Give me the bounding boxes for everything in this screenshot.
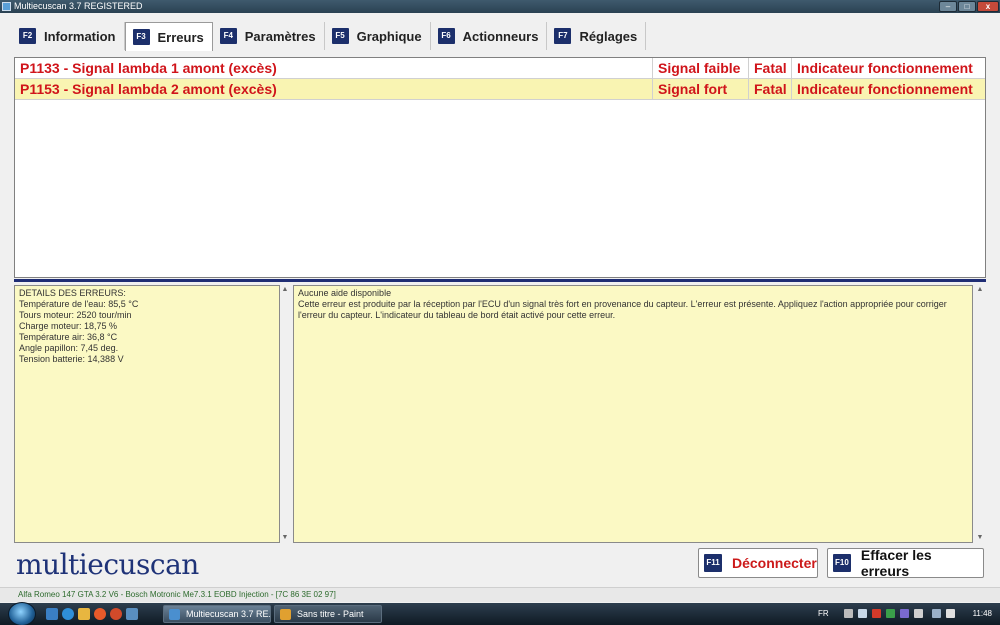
detail-air-temp: Température air: 36,8 °C bbox=[19, 332, 118, 342]
f10-key-icon: F10 bbox=[833, 554, 851, 572]
tab-bar: F2 Information F3 Erreurs F4 Paramètres … bbox=[12, 22, 647, 51]
ie-icon[interactable] bbox=[62, 608, 74, 620]
error-type: Signal faible bbox=[652, 58, 748, 79]
detail-water-temp: Température de l'eau: 85,5 °C bbox=[19, 299, 139, 309]
tab-erreurs[interactable]: F3 Erreurs bbox=[124, 22, 213, 51]
tab-parametres[interactable]: F4 Paramètres bbox=[213, 22, 325, 50]
f7-key-icon: F7 bbox=[554, 28, 572, 44]
taskbar-item-paint[interactable]: Sans titre - Paint bbox=[274, 605, 382, 623]
tab-reglages[interactable]: F7 Réglages bbox=[547, 22, 647, 50]
tab-label: Réglages bbox=[579, 28, 638, 44]
tab-label: Information bbox=[44, 28, 116, 44]
detail-engine-load: Charge moteur: 18,75 % bbox=[19, 321, 118, 331]
details-heading: DETAILS DES ERREURS: bbox=[19, 288, 126, 298]
scroll-up-icon[interactable]: ▲ bbox=[281, 286, 289, 294]
windows-taskbar: Multiecuscan 3.7 RE... Sans titre - Pain… bbox=[0, 602, 1000, 625]
help-title: Aucune aide disponible bbox=[298, 288, 392, 298]
taskbar-item-label: Multiecuscan 3.7 RE... bbox=[186, 609, 271, 619]
error-indicator: Indicateur fonctionnement bbox=[791, 58, 985, 79]
help-scrollbar[interactable]: ▲ ▼ bbox=[975, 285, 985, 543]
tray-app-icon[interactable] bbox=[900, 609, 909, 618]
disconnect-button[interactable]: F11 Déconnecter bbox=[698, 548, 818, 578]
folder-icon[interactable] bbox=[78, 608, 90, 620]
f11-key-icon: F11 bbox=[704, 554, 722, 572]
maximize-button[interactable]: □ bbox=[958, 1, 976, 12]
error-list: P1133 - Signal lambda 1 amont (excès) Si… bbox=[14, 57, 986, 278]
start-button[interactable] bbox=[8, 602, 36, 625]
error-details-panel: DETAILS DES ERREURS: Température de l'ea… bbox=[14, 285, 280, 543]
tray-volume-icon[interactable] bbox=[946, 609, 955, 618]
tray-network-icon[interactable] bbox=[858, 609, 867, 618]
window-title: Multiecuscan 3.7 REGISTERED bbox=[14, 1, 143, 11]
error-row[interactable]: P1133 - Signal lambda 1 amont (excès) Si… bbox=[15, 58, 985, 79]
tray-device-icon[interactable] bbox=[914, 609, 923, 618]
multiecuscan-icon bbox=[169, 609, 180, 620]
tab-label: Paramètres bbox=[244, 28, 316, 44]
error-severity: Fatal bbox=[748, 79, 791, 100]
f3-key-icon: F3 bbox=[132, 29, 150, 45]
scroll-down-icon[interactable]: ▼ bbox=[281, 534, 289, 542]
detail-rpm: Tours moteur: 2520 tour/min bbox=[19, 310, 132, 320]
error-code: P1153 - Signal lambda 2 amont (excès) bbox=[20, 81, 277, 97]
desktop-icon[interactable] bbox=[46, 608, 58, 620]
tab-label: Erreurs bbox=[157, 29, 204, 45]
tab-label: Graphique bbox=[356, 28, 422, 44]
tray-arrow-icon[interactable] bbox=[844, 609, 853, 618]
f4-key-icon: F4 bbox=[219, 28, 237, 44]
paint-icon bbox=[280, 609, 291, 620]
minimize-button[interactable]: – bbox=[939, 1, 957, 12]
close-button[interactable]: x bbox=[977, 1, 999, 12]
status-bar: Alfa Romeo 147 GTA 3.2 V6 - Bosch Motron… bbox=[0, 587, 1000, 602]
error-help-panel: Aucune aide disponible Cette erreur est … bbox=[293, 285, 973, 543]
error-indicator: Indicateur fonctionnement bbox=[791, 79, 985, 100]
f5-key-icon: F5 bbox=[331, 28, 349, 44]
tab-graphique[interactable]: F5 Graphique bbox=[325, 22, 431, 50]
media-player-icon[interactable] bbox=[94, 608, 106, 620]
multiecuscan-logo: multiecuscan bbox=[16, 548, 199, 581]
error-code: P1133 - Signal lambda 1 amont (excès) bbox=[20, 60, 277, 76]
tab-information[interactable]: F2 Information bbox=[12, 22, 125, 50]
tray-antivirus-icon[interactable] bbox=[872, 609, 881, 618]
tray-network-icon-2[interactable] bbox=[932, 609, 941, 618]
detail-battery-voltage: Tension batterie: 14,388 V bbox=[19, 354, 124, 364]
clock[interactable]: 11:48 bbox=[973, 609, 992, 618]
tab-actionneurs[interactable]: F6 Actionneurs bbox=[431, 22, 548, 50]
clear-errors-label: Effacer les erreurs bbox=[860, 547, 932, 579]
system-tray: FR 11:48 bbox=[810, 603, 1000, 625]
f6-key-icon: F6 bbox=[437, 28, 455, 44]
taskbar-item-label: Sans titre - Paint bbox=[297, 609, 364, 619]
taskbar-item-multiecuscan[interactable]: Multiecuscan 3.7 RE... bbox=[163, 605, 271, 623]
error-type: Signal fort bbox=[652, 79, 748, 100]
help-text: Cette erreur est produite par la récepti… bbox=[298, 299, 950, 320]
detail-throttle-angle: Angle papillon: 7,45 deg. bbox=[19, 343, 119, 353]
error-severity: Fatal bbox=[748, 58, 791, 79]
language-indicator[interactable]: FR bbox=[818, 609, 829, 618]
tray-status-icon[interactable] bbox=[886, 609, 895, 618]
title-bar: Multiecuscan 3.7 REGISTERED – □ x bbox=[0, 0, 1000, 13]
clear-errors-button[interactable]: F10 Effacer les erreurs bbox=[827, 547, 984, 579]
browser-icon[interactable] bbox=[110, 608, 122, 620]
f2-key-icon: F2 bbox=[19, 28, 36, 44]
scroll-down-icon[interactable]: ▼ bbox=[976, 534, 984, 542]
details-scrollbar[interactable]: ▲ ▼ bbox=[280, 285, 290, 543]
error-row-selected[interactable]: P1153 - Signal lambda 2 amont (excès) Si… bbox=[15, 79, 985, 100]
app-icon bbox=[2, 2, 11, 11]
disconnect-label: Déconnecter bbox=[732, 555, 817, 571]
app-icon[interactable] bbox=[126, 608, 138, 620]
scroll-up-icon[interactable]: ▲ bbox=[976, 286, 984, 294]
section-divider bbox=[14, 279, 986, 282]
tab-label: Actionneurs bbox=[462, 28, 539, 44]
